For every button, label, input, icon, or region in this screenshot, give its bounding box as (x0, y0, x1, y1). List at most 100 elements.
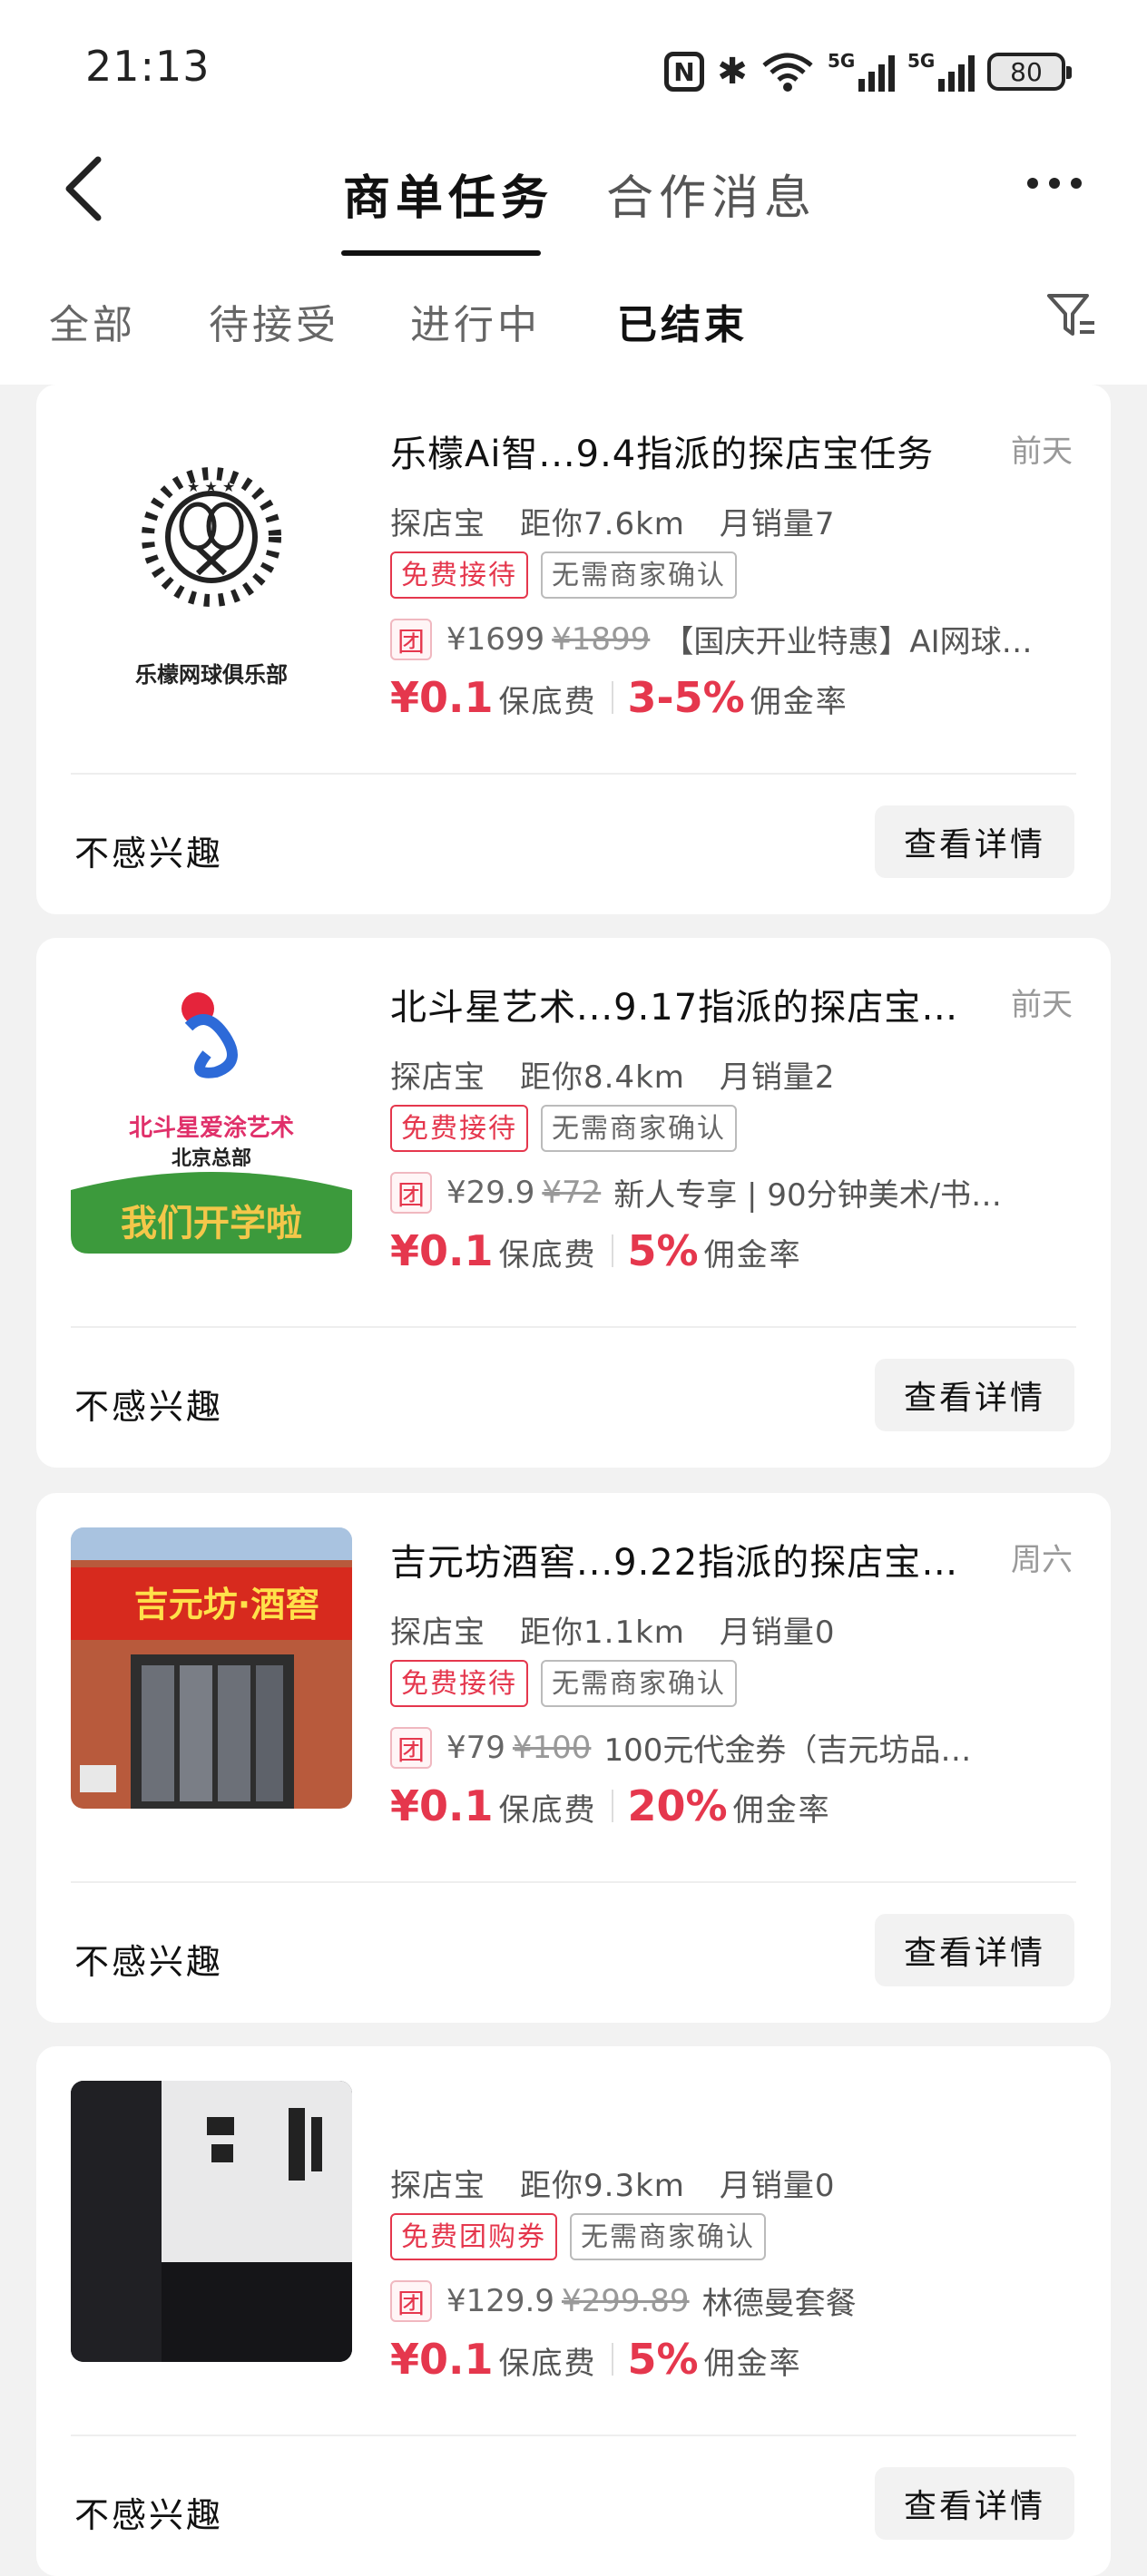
view-details-button[interactable]: 查看详情 (875, 1914, 1074, 1986)
task-tags: 免费团购券 无需商家确认 (390, 2213, 766, 2260)
task-tags: 免费接待 无需商家确认 (390, 551, 737, 599)
filter-tab-pending[interactable]: 待接受 (209, 292, 339, 350)
task-title: 吉元坊酒窖...9.22指派的探店宝任务 (390, 1542, 971, 1584)
original-price: ¥100 (512, 1729, 592, 1766)
task-distance: 距你1.1km (520, 1615, 685, 1651)
task-card[interactable]: ★ ★ ★ 乐檬网球俱乐部 乐檬Ai智...9.4指派的探店宝任务 前天 探店宝… (36, 385, 1111, 914)
guarantee-fee-value: ¥0.1 (390, 1226, 494, 1275)
status-time: 21:13 (85, 42, 211, 91)
task-sales: 月销量0 (719, 1615, 836, 1651)
deal-description: 100元代金券（吉元坊品牌酒窖） (603, 1732, 994, 1769)
task-card[interactable]: 吉元坊·酒窖 吉元坊酒窖...9.22指派的探店宝任务 周六 探店宝 距你1.1… (36, 1493, 1111, 2023)
commission-value: 5% (627, 2335, 699, 2384)
commission-value: 3-5% (627, 673, 745, 722)
commission-label: 佣金率 (703, 1237, 802, 1273)
deal-description: 【国庆开业特惠】AI网球体验课 (662, 624, 1054, 660)
fee-info: ¥0.1 保底费 5% 佣金率 (390, 2335, 802, 2384)
card-divider (71, 1326, 1076, 1328)
card-divider (71, 2435, 1076, 2436)
fee-info: ¥0.1 保底费 20% 佣金率 (390, 1781, 831, 1830)
task-distance: 距你8.4km (520, 1059, 685, 1096)
svg-text:★ ★ ★: ★ ★ ★ (187, 478, 235, 495)
nfc-icon: N (664, 52, 704, 92)
task-distance: 距你9.3km (520, 2168, 685, 2204)
task-meta: 探店宝 距你9.3km 月销量0 (390, 2161, 836, 2205)
commission-value: 5% (627, 1226, 699, 1275)
not-interested-button[interactable]: 不感兴趣 (74, 1934, 223, 1984)
chevron-left-icon[interactable] (58, 152, 113, 225)
svg-text:我们开学啦: 我们开学啦 (121, 1203, 302, 1244)
task-source: 探店宝 (390, 1059, 485, 1096)
fee-info: ¥0.1 保底费 3-5% 佣金率 (390, 673, 848, 722)
task-meta: 探店宝 距你7.6km 月销量7 (390, 499, 836, 543)
deal-description: 林德曼套餐 (701, 2286, 857, 2322)
filter-tab-all[interactable]: 全部 (49, 292, 136, 350)
store-logo-image: ★ ★ ★ 乐檬网球俱乐部 (71, 419, 352, 700)
task-source: 探店宝 (390, 1615, 485, 1651)
guarantee-fee-value: ¥0.1 (390, 673, 494, 722)
deal-price: ¥79 (446, 1729, 505, 1766)
battery-icon: 80 (987, 53, 1072, 91)
group-buy-icon: 团 (390, 1726, 432, 1769)
task-source: 探店宝 (390, 506, 485, 542)
task-sales: 月销量2 (719, 1059, 836, 1096)
deal-info: 团 ¥29.9 ¥72 新人专享 | 90分钟美术/书法体验课 (390, 1170, 1004, 1215)
deal-price: ¥129.9 (446, 2282, 554, 2319)
deal-info: 团 ¥79 ¥100 100元代金券（吉元坊品牌酒窖） (390, 1725, 994, 1770)
tag-free-reception: 免费接待 (390, 551, 528, 599)
store-photo: 吉元坊·酒窖 (71, 1527, 352, 1809)
deal-info: 团 ¥1699 ¥1899 【国庆开业特惠】AI网球体验课 (390, 617, 1053, 661)
guarantee-fee-label: 保底费 (498, 1792, 597, 1829)
fee-separator (611, 681, 613, 714)
signal-icon: 5G (828, 50, 895, 92)
fee-separator (611, 2343, 613, 2376)
view-details-button[interactable]: 查看详情 (875, 2467, 1074, 2540)
deal-description: 新人专享 | 90分钟美术/书法体验课 (613, 1177, 1004, 1214)
task-sales: 月销量7 (719, 506, 836, 542)
not-interested-button[interactable]: 不感兴趣 (74, 1379, 223, 1429)
not-interested-button[interactable]: 不感兴趣 (74, 825, 223, 875)
filter-icon[interactable] (1044, 288, 1098, 343)
tag-no-confirm: 无需商家确认 (541, 1105, 737, 1152)
tab-business-tasks[interactable]: 商单任务 (343, 160, 554, 228)
view-details-button[interactable]: 查看详情 (875, 1359, 1074, 1431)
group-buy-icon: 团 (390, 618, 432, 660)
task-source: 探店宝 (390, 2168, 485, 2204)
store-logo-image: 北斗星爱涂艺术 北京总部 我们开学啦 (71, 972, 352, 1254)
tab-cooperation-messages[interactable]: 合作消息 (606, 160, 817, 228)
task-tags: 免费接待 无需商家确认 (390, 1105, 737, 1152)
svg-text:北京总部: 北京总部 (172, 1147, 251, 1170)
task-distance: 距你7.6km (520, 506, 685, 542)
task-title: 北斗星艺术...9.17指派的探店宝任务 (390, 987, 971, 1029)
more-dots-icon[interactable] (1027, 178, 1082, 189)
task-card[interactable]: 探店宝 距你9.3km 月销量0 免费团购券 无需商家确认 团 ¥129.9 ¥… (36, 2046, 1111, 2576)
deal-price: ¥1699 (446, 620, 545, 658)
tag-free-reception: 免费接待 (390, 1660, 528, 1707)
deal-price: ¥29.9 (446, 1174, 535, 1211)
task-date: 周六 (1011, 1542, 1073, 1578)
view-details-button[interactable]: 查看详情 (875, 805, 1074, 878)
filter-tab-in-progress[interactable]: 进行中 (410, 292, 541, 350)
logo-text: 乐檬网球俱乐部 (135, 662, 288, 688)
card-divider (71, 1881, 1076, 1883)
deal-info: 团 ¥129.9 ¥299.89 林德曼套餐 (390, 2278, 1093, 2323)
original-price: ¥299.89 (561, 2282, 690, 2319)
signal-icon: 5G (907, 50, 975, 92)
guarantee-fee-label: 保底费 (498, 2346, 597, 2382)
fee-separator (611, 1234, 613, 1267)
guarantee-fee-value: ¥0.1 (390, 2335, 494, 2384)
group-buy-icon: 团 (390, 2279, 432, 2322)
task-date: 前天 (1011, 434, 1073, 470)
tag-no-confirm: 无需商家确认 (570, 2213, 766, 2260)
commission-label: 佣金率 (750, 684, 848, 720)
not-interested-button[interactable]: 不感兴趣 (74, 2487, 223, 2537)
store-photo (71, 2081, 352, 2362)
filter-tab-ended[interactable]: 已结束 (617, 292, 748, 350)
task-card[interactable]: 北斗星爱涂艺术 北京总部 我们开学啦 北斗星艺术...9.17指派的探店宝任务 … (36, 938, 1111, 1468)
commission-label: 佣金率 (703, 2346, 802, 2382)
original-price: ¥72 (542, 1174, 602, 1211)
group-buy-icon: 团 (390, 1171, 432, 1214)
svg-text:吉元坊·酒窖: 吉元坊·酒窖 (134, 1585, 319, 1625)
guarantee-fee-label: 保底费 (498, 684, 597, 720)
guarantee-fee-label: 保底费 (498, 1237, 597, 1273)
